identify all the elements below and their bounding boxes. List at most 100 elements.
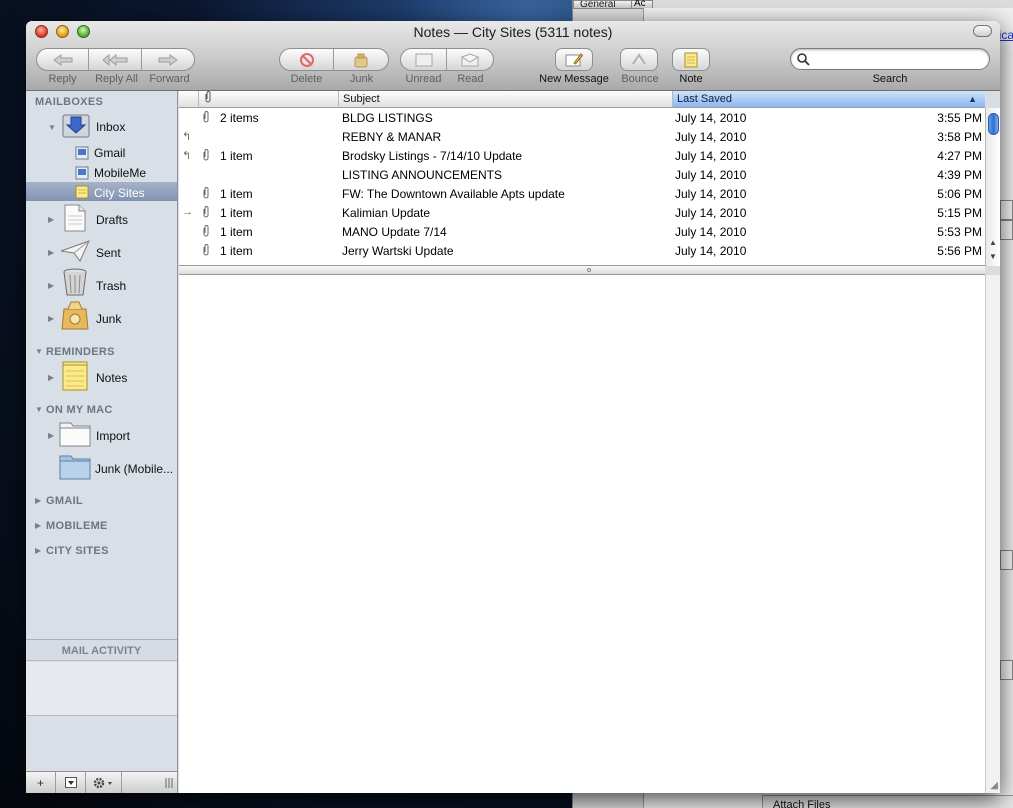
activity-toggle-icon <box>64 777 77 788</box>
junk-button[interactable] <box>334 49 388 70</box>
sidebar-item-junk[interactable]: Junk <box>96 312 121 326</box>
message-row[interactable]: 2 items BLDG LISTINGS July 14, 2010 3:55 PM <box>179 108 985 127</box>
add-mailbox-button[interactable]: + <box>26 772 56 793</box>
paperclip-icon <box>201 244 211 259</box>
message-date: July 14, 2010 <box>675 111 747 125</box>
subject-column-header[interactable]: Subject <box>339 91 673 108</box>
forward-button[interactable] <box>142 49 194 70</box>
import-disclosure-triangle[interactable]: ▶ <box>48 431 54 440</box>
city-sites-section-header[interactable]: CITY SITES <box>46 545 109 557</box>
reply-all-arrow-icon <box>102 53 128 66</box>
background-link[interactable]: ica <box>999 28 1013 42</box>
reply-button[interactable] <box>37 49 90 70</box>
window-title: Notes — City Sites (5311 notes) <box>413 24 613 40</box>
message-time: 5:53 PM <box>937 225 982 239</box>
toolbar-toggle-button[interactable] <box>973 25 992 37</box>
reminders-disclosure-triangle[interactable]: ▼ <box>35 347 43 356</box>
paperclip-icon <box>201 111 211 126</box>
message-row[interactable]: LISTING ANNOUNCEMENTS July 14, 2010 4:39 P… <box>179 165 985 184</box>
city-sites-section-disclosure-triangle[interactable]: ▶ <box>35 546 41 555</box>
sidebar-item-import[interactable]: Import <box>96 429 130 443</box>
city-sites-note-icon <box>75 185 89 202</box>
sidebar-item-junk-mobile[interactable]: Junk (Mobile... <box>95 462 173 476</box>
splitter-dot <box>587 268 591 272</box>
message-row[interactable]: 1 item FW: The Downtown Available Apts up… <box>179 184 985 203</box>
junk-label: Junk <box>349 73 374 85</box>
message-row[interactable]: → 1 item Kalimian Update July 14, 2010 5:15 … <box>179 203 985 222</box>
mobileme-section-header[interactable]: MOBILEME <box>46 520 108 532</box>
sidebar-item-inbox[interactable]: Inbox <box>96 120 125 134</box>
delete-button[interactable] <box>280 49 335 70</box>
new-message-label: New Message <box>539 73 609 85</box>
message-time: 3:58 PM <box>937 130 982 144</box>
junk-disclosure-triangle[interactable]: ▶ <box>48 314 54 323</box>
search-field[interactable] <box>790 48 990 70</box>
sidebar-item-trash[interactable]: Trash <box>96 279 126 293</box>
unread-button[interactable] <box>401 49 448 70</box>
drafts-disclosure-triangle[interactable]: ▶ <box>48 215 54 224</box>
attachments-column-header[interactable] <box>199 91 339 108</box>
gmail-inbox-icon <box>75 146 89 163</box>
on-my-mac-disclosure-triangle[interactable]: ▼ <box>35 405 43 414</box>
new-message-button[interactable] <box>555 48 593 71</box>
trash-disclosure-triangle[interactable]: ▶ <box>48 281 54 290</box>
background-edge-controls <box>999 180 1013 700</box>
sidebar-resize-handle[interactable] <box>122 772 177 793</box>
mobileme-inbox-icon <box>75 166 89 183</box>
gmail-section-header[interactable]: GMAIL <box>46 495 83 507</box>
mailboxes-header[interactable]: MAILBOXES <box>35 96 103 108</box>
sidebar-item-gmail[interactable]: Gmail <box>94 146 125 160</box>
attach-files-group: Attach Files <box>762 795 1013 808</box>
mail-activity-header[interactable]: MAIL ACTIVITY <box>26 639 177 661</box>
scroll-up-arrow-icon[interactable]: ▲ <box>989 238 997 247</box>
notes-disclosure-triangle[interactable]: ▶ <box>48 373 54 382</box>
note-button[interactable] <box>672 48 710 71</box>
bounce-button[interactable] <box>620 48 658 71</box>
reminders-header[interactable]: REMINDERS <box>46 346 115 358</box>
show-hide-activity-button[interactable] <box>56 772 86 793</box>
bounce-label: Bounce <box>621 73 659 85</box>
sort-ascending-icon: ▲ <box>968 94 977 104</box>
scrollbar-thumb[interactable] <box>988 113 999 135</box>
background-edge-box <box>1000 660 1013 680</box>
read-button[interactable] <box>447 49 493 70</box>
junk-bag-icon <box>354 53 368 67</box>
preview-right-strip: ◢ <box>985 275 1000 793</box>
sidebar-item-drafts[interactable]: Drafts <box>96 213 128 227</box>
window-resize-grip-icon[interactable]: ◢ <box>990 780 998 791</box>
toolbar: Notes — City Sites (5311 notes) Reply Re… <box>26 21 1000 91</box>
mobileme-section-disclosure-triangle[interactable]: ▶ <box>35 521 41 530</box>
sidebar-item-notes[interactable]: Notes <box>96 371 127 385</box>
gmail-section-disclosure-triangle[interactable]: ▶ <box>35 496 41 505</box>
message-row[interactable]: ↰ 1 item Brodsky Listings - 7/14/10 Update… <box>179 146 985 165</box>
resize-grip-icon <box>165 777 173 788</box>
sidebar-item-sent[interactable]: Sent <box>96 246 121 260</box>
reply-all-button[interactable] <box>89 49 142 70</box>
message-row[interactable]: 1 item Jerry Wartski Update July 14, 2010 5… <box>179 241 985 260</box>
action-menu-button[interactable] <box>86 772 122 793</box>
inbox-disclosure-triangle[interactable]: ▼ <box>48 123 56 132</box>
sidebar-item-city-sites[interactable]: City Sites <box>94 186 145 200</box>
message-subject: LISTING ANNOUNCEMENTS <box>342 168 503 182</box>
search-input[interactable] <box>811 51 981 67</box>
on-my-mac-header[interactable]: ON MY MAC <box>46 404 113 416</box>
status-column-header[interactable] <box>179 91 199 108</box>
message-time: 4:39 PM <box>937 168 982 182</box>
sent-disclosure-triangle[interactable]: ▶ <box>48 248 54 257</box>
message-row[interactable]: 1 item MANO Update 7/14 July 14, 2010 5:53 … <box>179 222 985 241</box>
message-list-scrollbar[interactable]: ▲ ▼ <box>985 108 1000 266</box>
paperclip-icon <box>201 225 211 240</box>
background-edge-box <box>1000 220 1013 240</box>
scroll-down-arrow-icon[interactable]: ▼ <box>989 252 997 261</box>
last-saved-column-header[interactable]: Last Saved ▲ <box>673 91 985 108</box>
message-row[interactable]: ↰ REBNY & MANAR July 14, 2010 3:58 PM <box>179 127 985 146</box>
forwarded-arrow-icon: → <box>182 206 193 218</box>
forward-arrow-icon <box>158 53 178 66</box>
search-icon <box>797 53 810 66</box>
message-subject: Brodsky Listings - 7/14/10 Update <box>342 149 523 163</box>
sidebar-bottom-bar: + <box>26 771 177 793</box>
message-subject: Jerry Wartski Update <box>342 244 454 258</box>
reply-arrow-icon <box>52 53 73 66</box>
pane-splitter[interactable] <box>179 266 985 275</box>
sidebar-item-mobileme[interactable]: MobileMe <box>94 166 146 180</box>
